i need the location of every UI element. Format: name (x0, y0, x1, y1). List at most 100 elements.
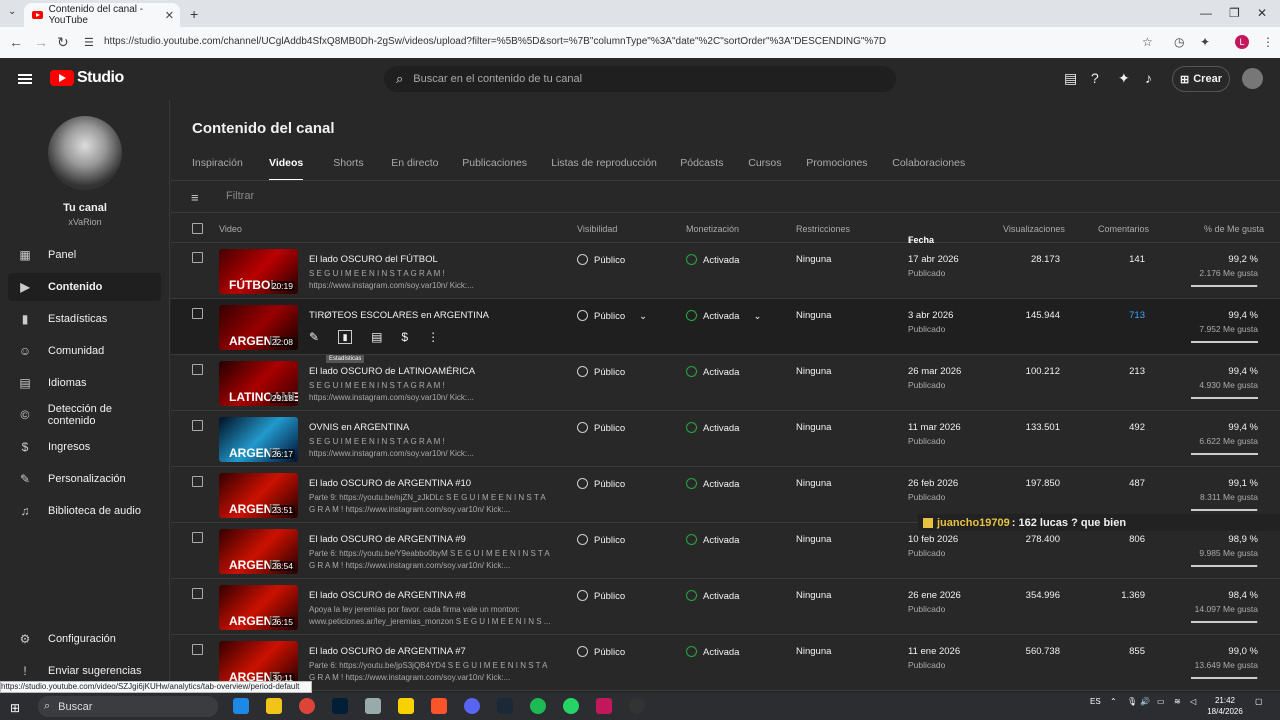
sidebar-item-8[interactable]: ♫ Biblioteca de audio (8, 497, 161, 525)
visibility-cell[interactable]: Público ⌄ (577, 310, 647, 322)
discord-icon[interactable] (464, 698, 480, 714)
row-checkbox[interactable] (192, 364, 203, 375)
wifi-icon[interactable]: ≋ (1174, 697, 1181, 706)
obs-icon[interactable] (629, 698, 645, 714)
monetization-cell[interactable]: Activada (686, 646, 739, 658)
comments-icon[interactable]: ▤ (371, 330, 382, 344)
whatsapp-icon[interactable] (563, 698, 579, 714)
col-views[interactable]: Visualizaciones (1003, 224, 1065, 234)
history-icon[interactable]: ◷ (1174, 35, 1184, 49)
video-thumbnail[interactable]: ARGENT 26:17 (219, 417, 298, 462)
video-title[interactable]: OVNIS en ARGENTINA (309, 422, 409, 433)
tab-5[interactable]: Listas de reproducción (551, 157, 680, 169)
bookmark-star-icon[interactable]: ☆ (1142, 35, 1153, 49)
chevron-down-icon[interactable]: ⌄ (639, 311, 647, 322)
tab-8[interactable]: Promociones (806, 157, 892, 169)
col-likes[interactable]: % de Me gusta (1204, 224, 1264, 234)
extensions-icon[interactable]: ✦ (1200, 35, 1210, 49)
create-button[interactable]: ⊞ Crear (1172, 66, 1230, 92)
tab-2[interactable]: Shorts (333, 157, 391, 169)
chrome-icon[interactable] (299, 698, 315, 714)
video-thumbnail[interactable]: LATINOAME 29:18 (219, 361, 298, 406)
row-checkbox[interactable] (192, 308, 203, 319)
video-title[interactable]: El lado OSCURO de ARGENTINA #9 (309, 534, 466, 545)
analytics-icon[interactable]: ▮ (338, 330, 353, 344)
studio-logo[interactable]: Studio (50, 69, 124, 87)
windows-start-icon[interactable]: ⊞ (10, 701, 20, 715)
clock[interactable]: 21:42 18/4/2026 (1205, 695, 1245, 717)
comments-cell[interactable]: 713 (1096, 310, 1145, 321)
account-avatar[interactable] (1242, 68, 1263, 89)
filter-icon[interactable]: ≡ (191, 190, 199, 205)
language-indicator[interactable]: ES (1090, 697, 1101, 706)
brave-icon[interactable] (431, 698, 447, 714)
row-checkbox[interactable] (192, 476, 203, 487)
col-restrictions[interactable]: Restricciones (796, 224, 850, 234)
edit-icon[interactable]: ✎ (309, 330, 319, 344)
photoshop-icon[interactable] (332, 698, 348, 714)
visibility-cell[interactable]: Público (577, 534, 625, 546)
visibility-cell[interactable]: Público (577, 254, 625, 266)
visibility-cell[interactable]: Público (577, 590, 625, 602)
table-row[interactable]: ARGENT 28:54 El lado OSCURO de ARGENTINA… (171, 523, 1280, 579)
visibility-cell[interactable]: Público (577, 366, 625, 378)
sidebar-item-1[interactable]: ▶ Contenido (8, 273, 161, 301)
row-checkbox[interactable] (192, 644, 203, 655)
table-row[interactable]: ARGENT 26:15 El lado OSCURO de ARGENTINA… (171, 579, 1280, 635)
video-thumbnail[interactable]: FÚTBOL 20:19 (219, 249, 298, 294)
filter-input[interactable]: Filtrar (226, 190, 254, 202)
table-row[interactable]: ARGENT 26:17 OVNIS en ARGENTINA S E G U I… (171, 411, 1280, 467)
col-comments[interactable]: Comentarios (1098, 224, 1149, 234)
col-visibility[interactable]: Visibilidad (577, 224, 617, 234)
sidebar-item-7[interactable]: ✎ Personalización (8, 465, 161, 493)
chrome-profile-icon[interactable] (596, 698, 612, 714)
tab-9[interactable]: Colaboraciones (892, 157, 965, 169)
microphone-icon[interactable]: 🎙 (1127, 697, 1137, 706)
sidebar-item-9[interactable]: ⚙ Configuración (8, 625, 161, 653)
table-row[interactable]: ARGENT 30:11 El lado OSCURO de ARGENTINA… (171, 635, 1280, 691)
tab-0[interactable]: Inspiración (192, 157, 269, 169)
sidebar-item-0[interactable]: ▦ Panel (8, 241, 161, 269)
sidebar-item-4[interactable]: ▤ Idiomas (8, 369, 161, 397)
close-window-icon[interactable]: ✕ (1257, 6, 1267, 20)
table-row[interactable]: ARGENT 22:08 TIRØTEOS ESCOLARES en ARGEN… (171, 299, 1280, 363)
notifications-icon[interactable]: ♪ (1145, 70, 1152, 86)
visibility-cell[interactable]: Público (577, 646, 625, 658)
app-icon[interactable] (365, 698, 381, 714)
back-icon[interactable]: ← (9, 34, 23, 50)
video-thumbnail[interactable]: ARGENT 30:11 (219, 641, 298, 686)
video-title[interactable]: El lado OSCURO de ARGENTINA #10 (309, 478, 471, 489)
tab-7[interactable]: Cursos (748, 157, 806, 169)
new-tab-icon[interactable]: + (190, 6, 198, 22)
sidebar-item-5[interactable]: © Detección de contenido (8, 401, 161, 429)
visibility-cell[interactable]: Público (577, 478, 625, 490)
monetization-cell[interactable]: Activada ⌄ (686, 310, 761, 322)
file-explorer-icon[interactable] (266, 698, 282, 714)
search-box[interactable]: ⌕ Buscar en el contenido de tu canal (384, 66, 896, 92)
forward-icon[interactable]: → (34, 34, 48, 50)
tray-chevron-icon[interactable]: ⌃ (1110, 697, 1117, 706)
app-icon-2[interactable] (398, 698, 414, 714)
sparkle-icon[interactable]: ✦ (1118, 70, 1130, 87)
minimize-icon[interactable]: — (1200, 6, 1212, 20)
monetization-cell[interactable]: Activada (686, 254, 739, 266)
steam-icon[interactable] (497, 698, 513, 714)
tab-4[interactable]: Publicaciones (462, 157, 551, 169)
reload-icon[interactable]: ↻ (57, 34, 69, 51)
chevron-down-icon[interactable]: ⌄ (753, 311, 761, 322)
video-title[interactable]: El lado OSCURO de LATINOAMÉRICA (309, 366, 475, 377)
help-icon[interactable]: ? (1091, 70, 1099, 86)
channel-avatar[interactable] (48, 116, 122, 190)
sidebar-item-6[interactable]: $ Ingresos (8, 433, 161, 461)
site-info-icon[interactable]: ☰ (84, 36, 94, 49)
taskbar-search[interactable]: ⌕ Buscar (38, 696, 218, 717)
row-checkbox[interactable] (192, 588, 203, 599)
more-options-icon[interactable]: ⋮ (427, 330, 439, 344)
monetization-cell[interactable]: Activada (686, 590, 739, 602)
video-thumbnail[interactable]: ARGENT 23:51 (219, 473, 298, 518)
monetization-cell[interactable]: Activada (686, 422, 739, 434)
tab-3[interactable]: En directo (391, 157, 462, 169)
monetization-icon[interactable]: $ (401, 330, 408, 344)
tab-list-icon[interactable]: ⌄ (8, 6, 16, 17)
table-row[interactable]: LATINOAME 29:18 El lado OSCURO de LATINO… (171, 355, 1280, 411)
